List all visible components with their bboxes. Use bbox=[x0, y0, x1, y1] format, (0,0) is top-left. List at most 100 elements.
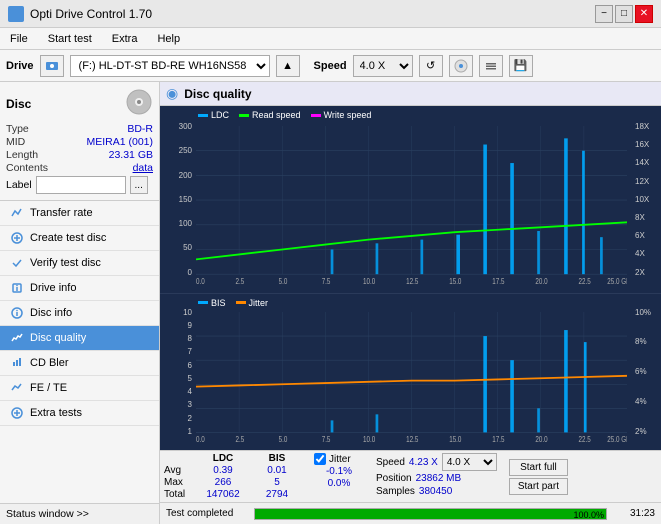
menu-start-test[interactable]: Start test bbox=[42, 31, 98, 47]
max-jitter: 0.0% bbox=[314, 478, 364, 489]
sidebar-item-verify-test-disc[interactable]: Verify test disc bbox=[0, 251, 159, 276]
save-button[interactable]: 💾 bbox=[509, 55, 533, 77]
settings-button[interactable] bbox=[479, 55, 503, 77]
disc-button[interactable] bbox=[449, 55, 473, 77]
speed-info-label: Speed bbox=[376, 457, 405, 468]
length-value: 23.31 GB bbox=[109, 149, 153, 161]
chart2-y-labels: 10987654321 bbox=[160, 308, 194, 436]
status-window-button[interactable]: Status window >> bbox=[0, 503, 159, 524]
svg-text:20.0: 20.0 bbox=[535, 434, 547, 444]
ldc-header: LDC bbox=[198, 453, 248, 464]
svg-text:5.0: 5.0 bbox=[279, 276, 288, 286]
sidebar-item-fe-te[interactable]: FE / TE bbox=[0, 376, 159, 401]
svg-text:5.0: 5.0 bbox=[279, 434, 288, 444]
start-part-button[interactable]: Start part bbox=[509, 478, 568, 495]
create-test-disc-icon bbox=[10, 231, 24, 245]
chart1-svg: 0.0 2.5 5.0 7.5 10.0 12.5 15.0 17.5 20.0… bbox=[196, 126, 627, 287]
chart2-svg: 0.0 2.5 5.0 7.5 10.0 12.5 15.0 17.5 20.0… bbox=[196, 312, 627, 444]
eject-button[interactable]: ▲ bbox=[276, 55, 300, 77]
jitter-checkbox[interactable] bbox=[314, 453, 326, 465]
speed-info-col: Speed 4.23 X 4.0 X Position 23862 MB Sam… bbox=[376, 453, 497, 500]
chart1-y-labels: 300250200150100500 bbox=[160, 122, 194, 277]
avg-ldc: 0.39 bbox=[198, 465, 248, 476]
main-layout: Disc Type BD-R MID MEIRA1 (001) Length bbox=[0, 82, 661, 524]
svg-text:10.0: 10.0 bbox=[363, 434, 375, 444]
type-label: Type bbox=[6, 123, 29, 135]
charts-container: LDC Read speed Write speed 3002502001501… bbox=[160, 106, 661, 450]
speed-info-value: 4.23 X bbox=[409, 457, 438, 468]
length-label: Length bbox=[6, 149, 38, 161]
svg-text:2.5: 2.5 bbox=[236, 276, 245, 286]
stats-bar: LDC BIS Avg 0.39 0.01 Max 266 5 Total 14… bbox=[160, 450, 661, 502]
sidebar-item-transfer-rate[interactable]: Transfer rate bbox=[0, 201, 159, 226]
svg-text:20.0: 20.0 bbox=[535, 276, 547, 286]
sidebar-nav: Transfer rate Create test disc Verify te… bbox=[0, 201, 159, 426]
chart1-y-right-labels: 18X16X14X12X10X8X6X4X2X bbox=[633, 122, 661, 277]
disc-panel-title: Disc bbox=[6, 97, 31, 111]
drive-select[interactable]: (F:) HL-DT-ST BD-RE WH16NS58 TST4 bbox=[70, 55, 270, 77]
label-label: Label bbox=[6, 179, 32, 191]
svg-text:15.0: 15.0 bbox=[449, 276, 461, 286]
refresh-button[interactable]: ↺ bbox=[419, 55, 443, 77]
nav-label-disc-quality: Disc quality bbox=[30, 332, 86, 344]
svg-text:12.5: 12.5 bbox=[406, 276, 418, 286]
sidebar-item-disc-quality[interactable]: Disc quality bbox=[0, 326, 159, 351]
action-col: Start full Start part bbox=[509, 453, 568, 500]
minimize-button[interactable]: − bbox=[595, 5, 613, 23]
menu-bar: File Start test Extra Help bbox=[0, 28, 661, 50]
drive-label: Drive bbox=[6, 60, 34, 72]
speed-info-select[interactable]: 4.0 X bbox=[442, 453, 497, 471]
speed-select[interactable]: 4.0 X bbox=[353, 55, 413, 77]
nav-label-extra-tests: Extra tests bbox=[30, 407, 82, 419]
read-speed-color bbox=[239, 114, 249, 117]
disc-quality-header: ◉ Disc quality bbox=[160, 82, 661, 106]
window-controls: − □ ✕ bbox=[595, 5, 653, 23]
drive-icon-btn[interactable] bbox=[40, 55, 64, 77]
sidebar-item-cd-bler[interactable]: CD Bler bbox=[0, 351, 159, 376]
label-browse-button[interactable]: ... bbox=[130, 176, 148, 194]
svg-text:2.5: 2.5 bbox=[236, 434, 245, 444]
title-bar: Opti Drive Control 1.70 − □ ✕ bbox=[0, 0, 661, 28]
label-input[interactable] bbox=[36, 176, 126, 194]
contents-value[interactable]: data bbox=[133, 162, 153, 174]
position-value: 23862 MB bbox=[416, 473, 462, 484]
nav-label-cd-bler: CD Bler bbox=[30, 357, 69, 369]
nav-label-create-test-disc: Create test disc bbox=[30, 232, 106, 244]
write-speed-color bbox=[311, 114, 321, 117]
sidebar: Disc Type BD-R MID MEIRA1 (001) Length bbox=[0, 82, 160, 524]
disc-quality-icon bbox=[10, 331, 24, 345]
svg-text:7.5: 7.5 bbox=[322, 276, 331, 286]
mid-label: MID bbox=[6, 136, 25, 148]
extra-tests-icon bbox=[10, 406, 24, 420]
samples-value: 380450 bbox=[419, 486, 452, 497]
chart1: LDC Read speed Write speed 3002502001501… bbox=[160, 106, 661, 293]
svg-text:22.5: 22.5 bbox=[579, 434, 591, 444]
progress-bar-container: 100.0% bbox=[254, 508, 607, 520]
nav-label-verify-test-disc: Verify test disc bbox=[30, 257, 101, 269]
menu-extra[interactable]: Extra bbox=[106, 31, 144, 47]
sidebar-item-drive-info[interactable]: Drive info bbox=[0, 276, 159, 301]
menu-file[interactable]: File bbox=[4, 31, 34, 47]
max-bis: 5 bbox=[252, 477, 302, 488]
samples-label: Samples bbox=[376, 486, 415, 497]
start-full-button[interactable]: Start full bbox=[509, 459, 568, 476]
jitter-col: Jitter -0.1% 0.0% bbox=[314, 453, 364, 500]
close-button[interactable]: ✕ bbox=[635, 5, 653, 23]
svg-text:25.0 GB: 25.0 GB bbox=[607, 276, 627, 286]
svg-text:0.0: 0.0 bbox=[196, 276, 205, 286]
nav-label-transfer-rate: Transfer rate bbox=[30, 207, 93, 219]
jitter-label: Jitter bbox=[329, 454, 351, 465]
bottom-bar: Test completed 100.0% 31:23 bbox=[160, 502, 661, 524]
time-text: 31:23 bbox=[615, 508, 655, 519]
total-ldc: 147062 bbox=[198, 489, 248, 500]
sidebar-item-create-test-disc[interactable]: Create test disc bbox=[0, 226, 159, 251]
chart2-y-right-labels: 10%8%6%4%2% bbox=[633, 308, 661, 436]
verify-test-disc-icon bbox=[10, 256, 24, 270]
sidebar-item-disc-info[interactable]: Disc info bbox=[0, 301, 159, 326]
menu-help[interactable]: Help bbox=[151, 31, 186, 47]
maximize-button[interactable]: □ bbox=[615, 5, 633, 23]
total-bis: 2794 bbox=[252, 489, 302, 500]
svg-text:15.0: 15.0 bbox=[449, 434, 461, 444]
app-title: Opti Drive Control 1.70 bbox=[30, 7, 152, 21]
sidebar-item-extra-tests[interactable]: Extra tests bbox=[0, 401, 159, 426]
